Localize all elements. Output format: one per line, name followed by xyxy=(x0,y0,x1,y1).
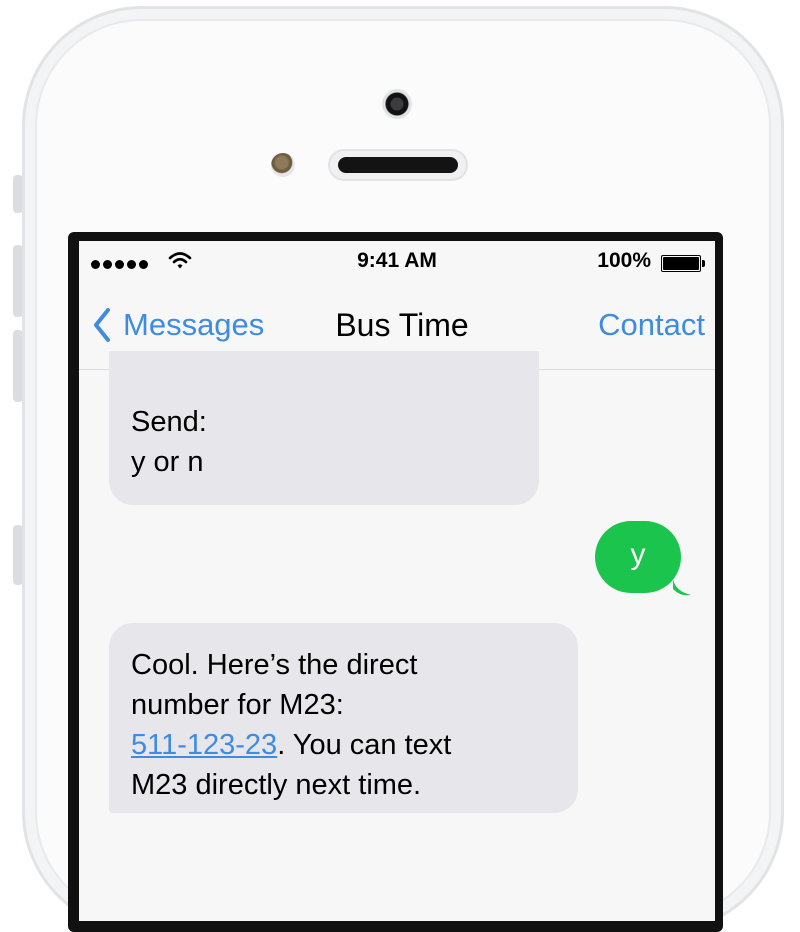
message-line: Send: xyxy=(131,406,207,438)
proximity-sensor xyxy=(271,153,295,177)
message-text: Send: y or n xyxy=(131,402,207,482)
battery-icon xyxy=(661,255,705,272)
outgoing-message-bubble: y xyxy=(595,521,681,593)
message-text: Cool. Here’s the direct number for M23: … xyxy=(131,645,451,805)
incoming-message-bubble: Send: y or n xyxy=(109,351,539,505)
back-label: Messages xyxy=(123,307,265,342)
chevron-left-icon xyxy=(94,308,110,342)
bubble-tail xyxy=(673,579,691,596)
messages-screen: 9:41 AM 100% Messages Bus Time Contact S… xyxy=(79,241,715,921)
phone-number-link[interactable]: 511-123-23 xyxy=(131,729,277,761)
message-line: 511-123-23. You can text xyxy=(131,725,451,765)
message-line: M23 directly next time. xyxy=(131,769,422,801)
battery-percent: 100% xyxy=(597,249,651,272)
earpiece-speaker xyxy=(328,149,468,181)
incoming-message-bubble: Cool. Here’s the direct number for M23: … xyxy=(109,623,578,813)
message-line: number for M23: xyxy=(131,689,344,721)
front-camera xyxy=(382,89,412,119)
contact-button[interactable]: Contact xyxy=(598,303,705,347)
message-line: Cool. Here’s the direct xyxy=(131,649,418,681)
message-line: y or n xyxy=(131,446,204,478)
message-line-text: . You can text xyxy=(277,729,452,761)
status-bar: 9:41 AM 100% xyxy=(79,241,715,283)
message-text: y xyxy=(630,538,646,571)
back-button[interactable]: Messages xyxy=(93,303,264,347)
